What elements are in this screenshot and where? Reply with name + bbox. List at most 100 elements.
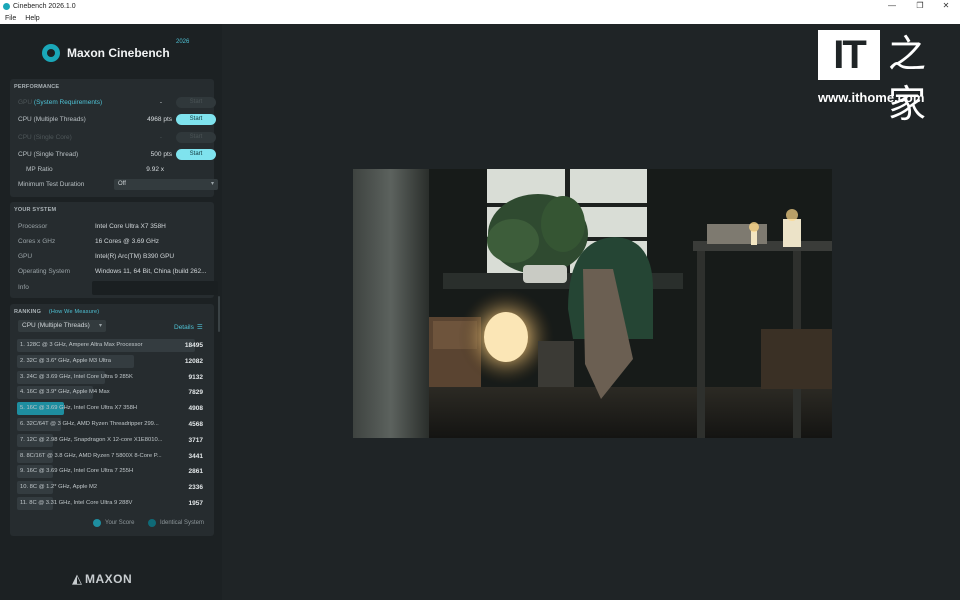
cpu-single-score: 500 pts [150, 151, 172, 158]
ranking-row-label: 6. 32C/64T @ 3 GHz, AMD Ryzen Threadripp… [20, 421, 159, 427]
processor-label: Processor [18, 223, 48, 230]
system-requirements-link[interactable]: (System Requirements) [34, 99, 102, 106]
ranking-mode-select[interactable]: CPU (Multiple Threads) ▾ [18, 320, 106, 332]
cpu-single-start-button[interactable]: Start [176, 149, 216, 160]
ranking-row[interactable]: 1. 128C @ 3 GHz, Ampere Altra Max Proces… [17, 339, 211, 352]
brand-year: 2026 [176, 39, 190, 45]
cpu-single-label: CPU (Single Thread) [18, 151, 79, 158]
your-score-dot [93, 519, 101, 527]
cpu-single-core-value: - [159, 134, 162, 141]
mp-ratio-label: MP Ratio [26, 166, 53, 173]
ranking-row[interactable]: 10. 8C @ 1.2* GHz, Apple M2 2336 [17, 481, 211, 495]
title-bar: Cinebench 2026.1.0 — ❐ ✕ [0, 0, 960, 12]
sidebar-scrollbar[interactable] [218, 296, 220, 332]
ranking-row-score: 2336 [188, 484, 203, 492]
ranking-row[interactable]: 11. 8C @ 3.31 GHz, Intel Core Ultra 9 28… [17, 497, 211, 510]
processor-value: Intel Core Ultra X7 358H [95, 223, 166, 230]
info-label: Info [18, 284, 29, 291]
ranking-row[interactable]: 2. 32C @ 3.6* GHz, Apple M3 Ultra 12082 [17, 354, 211, 368]
ranking-row-label: 10. 8C @ 1.2* GHz, Apple M2 [20, 484, 98, 491]
ranking-row-score: 4908 [188, 405, 203, 413]
ranking-row-score: 3717 [188, 436, 203, 444]
ranking-title: RANKING [14, 309, 42, 315]
cores-label: Cores x GHz [18, 238, 56, 245]
close-icon[interactable]: ✕ [932, 0, 960, 12]
app-icon [3, 2, 10, 10]
cpu-single-core-start-button[interactable]: Start [176, 132, 216, 143]
details-button[interactable]: Details ☰ [174, 323, 203, 331]
maxon-wordmark: MAXON [85, 572, 133, 586]
cpu-multi-start-button[interactable]: Start [176, 114, 216, 125]
legend-identical-system: Identical System [148, 519, 204, 527]
gpu-test-row: GPU (System Requirements) [18, 99, 102, 106]
app-logo: Maxon Cinebench [42, 44, 170, 62]
legend-identical-label: Identical System [160, 520, 205, 526]
ranking-row[interactable]: 8. 8C/16T @ 3.8 GHz, AMD Ryzen 7 5800X 8… [17, 449, 211, 463]
how-we-measure-link[interactable]: (How We Measure) [49, 309, 99, 315]
cores-value: 16 Cores @ 3.69 GHz [95, 238, 160, 245]
cpu-multi-label: CPU (Multiple Threads) [18, 116, 86, 123]
ranking-title-row: RANKING (How We Measure) [14, 309, 99, 315]
ranking-row-label: 4. 16C @ 3.9* GHz, Apple M4 Max [20, 389, 110, 396]
min-duration-label: Minimum Test Duration [18, 181, 85, 188]
filter-icon: ☰ [196, 324, 203, 331]
menu-help[interactable]: Help [25, 15, 39, 22]
system-title: YOUR SYSTEM [14, 207, 57, 213]
details-label: Details [174, 324, 194, 331]
ranking-row-label: 9. 16C @ 3.69 GHz, Intel Core Ultra 7 25… [20, 468, 134, 475]
performance-panel: PERFORMANCE GPU (System Requirements) - … [10, 79, 218, 197]
gpu-value: Intel(R) Arc(TM) B390 GPU [95, 253, 175, 260]
ranking-row-score: 9132 [188, 373, 203, 381]
ranking-row-score: 18495 [184, 342, 203, 349]
ranking-row-score: 1957 [188, 500, 203, 507]
maxon-footer-logo: ◭ MAXON [72, 571, 132, 587]
gpu-test-value: - [159, 99, 162, 106]
ranking-row-score: 4568 [188, 421, 203, 428]
ranking-row[interactable]: 4. 16C @ 3.9* GHz, Apple M4 Max 7829 [17, 386, 211, 400]
ranking-row-label: 5. 16C @ 3.69 GHz, Intel Core Ultra X7 3… [20, 405, 138, 412]
ranking-row[interactable]: 9. 16C @ 3.69 GHz, Intel Core Ultra 7 25… [17, 465, 211, 479]
ranking-row-label: 2. 32C @ 3.6* GHz, Apple M3 Ultra [20, 357, 111, 364]
ranking-row[interactable]: 6. 32C/64T @ 3 GHz, AMD Ryzen Threadripp… [17, 418, 211, 431]
os-value: Windows 11, 64 Bit, China (build 262... [95, 268, 207, 275]
ranking-mode-value: CPU (Multiple Threads) [22, 322, 90, 329]
cpu-single-core-label: CPU (Single Core) [18, 134, 72, 141]
restore-icon[interactable]: ❐ [906, 0, 934, 12]
chevron-down-icon: ▾ [98, 323, 102, 329]
ithome-watermark: IT 之家 www.ithome.com [818, 30, 948, 126]
brand-name: Maxon Cinebench [67, 46, 170, 60]
ranking-row[interactable]: 7. 12C @ 2.98 GHz, Snapdragon X 12-core … [17, 433, 211, 447]
ranking-row-label: 3. 24C @ 3.69 GHz, Intel Core Ultra 9 28… [20, 373, 133, 380]
ranking-row[interactable]: 3. 24C @ 3.69 GHz, Intel Core Ultra 9 28… [17, 370, 211, 384]
ranking-row-label: 11. 8C @ 3.31 GHz, Intel Core Ultra 9 28… [20, 500, 133, 506]
ranking-row-label: 7. 12C @ 2.98 GHz, Snapdragon X 12-core … [20, 436, 163, 443]
minimize-icon[interactable]: — [878, 0, 906, 12]
watermark-chinese: 之家 [888, 34, 927, 126]
min-duration-select[interactable]: Off ▾ [114, 179, 218, 190]
os-label: Operating System [18, 268, 71, 275]
gpu-start-button[interactable]: Start [176, 97, 216, 108]
watermark-logo: IT [818, 30, 880, 80]
chevron-down-icon: ▾ [210, 181, 214, 187]
menu-file[interactable]: File [5, 15, 16, 22]
menu-bar: File Help [0, 12, 960, 24]
ranking-row-score: 2861 [188, 468, 203, 476]
ranking-row-score: 12082 [184, 357, 203, 365]
ranking-row-label: 1. 128C @ 3 GHz, Ampere Altra Max Proces… [20, 342, 143, 348]
performance-title: PERFORMANCE [14, 84, 60, 90]
gpu-label: GPU [18, 253, 33, 260]
window-title: Cinebench 2026.1.0 [13, 2, 76, 10]
ranking-row-score: 3441 [188, 452, 203, 460]
ranking-row-label: 8. 8C/16T @ 3.8 GHz, AMD Ryzen 7 5800X 8… [20, 452, 162, 459]
rendered-scene-image [353, 169, 832, 438]
info-field[interactable] [92, 281, 218, 295]
ranking-row[interactable]: 5. 16C @ 3.69 GHz, Intel Core Ultra X7 3… [17, 402, 211, 416]
gpu-test-label: GPU [18, 99, 33, 106]
legend-your-score-label: Your Score [105, 520, 135, 526]
mp-ratio-value: 9.92 x [146, 166, 164, 173]
watermark-url: www.ithome.com [818, 90, 925, 105]
cinebench-logo-icon [42, 44, 60, 62]
identical-system-dot [148, 519, 156, 527]
legend-your-score: Your Score [93, 519, 134, 527]
min-duration-value: Off [118, 181, 126, 187]
